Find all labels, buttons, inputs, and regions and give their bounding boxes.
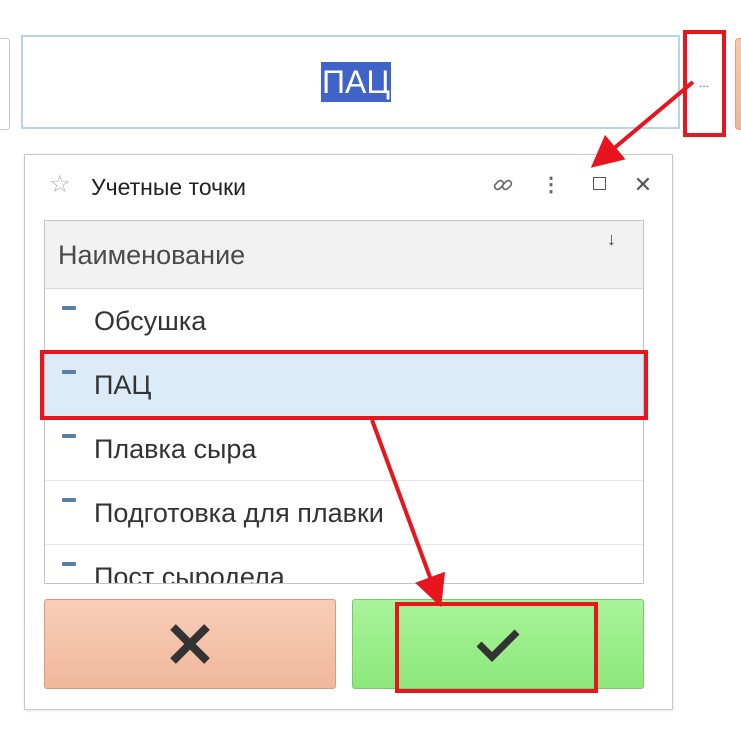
item-icon bbox=[62, 562, 76, 566]
popup-header: ☆ Учетные точки ⋮ ✕ bbox=[25, 155, 672, 215]
row-label: Обсушка bbox=[94, 306, 207, 336]
close-x-icon bbox=[170, 624, 210, 664]
item-icon bbox=[62, 306, 76, 310]
sort-descending-icon[interactable]: ↓ bbox=[607, 229, 616, 250]
value-input-field[interactable]: ПАЦ bbox=[21, 35, 680, 129]
row-label: Пост сыродела bbox=[94, 562, 285, 584]
row-label: Подготовка для плавки bbox=[94, 498, 384, 528]
right-adjacent-button[interactable] bbox=[735, 38, 741, 130]
annotation-box-select-button bbox=[683, 30, 726, 137]
link-icon[interactable] bbox=[489, 171, 517, 199]
close-icon[interactable]: ✕ bbox=[629, 171, 657, 199]
more-options-icon[interactable]: ⋮ bbox=[537, 171, 565, 199]
star-icon[interactable]: ☆ bbox=[49, 171, 71, 199]
table-row[interactable]: Обсушка bbox=[45, 289, 643, 353]
popup-title: Учетные точки bbox=[91, 174, 247, 200]
table-row[interactable]: Плавка сыра bbox=[45, 417, 643, 481]
field-value-selected-text: ПАЦ bbox=[321, 62, 392, 102]
row-label: Плавка сыра bbox=[94, 434, 257, 464]
cancel-button[interactable] bbox=[44, 599, 336, 689]
item-icon bbox=[62, 434, 76, 438]
annotation-box-selected-row bbox=[40, 350, 648, 420]
item-icon bbox=[62, 498, 76, 502]
maximize-icon[interactable] bbox=[585, 171, 613, 199]
table-header[interactable]: Наименование ↓ bbox=[45, 221, 643, 289]
table-row[interactable]: Подготовка для плавки bbox=[45, 481, 643, 545]
column-header-name[interactable]: Наименование bbox=[58, 239, 245, 271]
annotation-box-confirm-button bbox=[395, 602, 598, 693]
left-field-edge bbox=[0, 38, 10, 130]
table-row[interactable]: Пост сыродела bbox=[45, 545, 643, 584]
